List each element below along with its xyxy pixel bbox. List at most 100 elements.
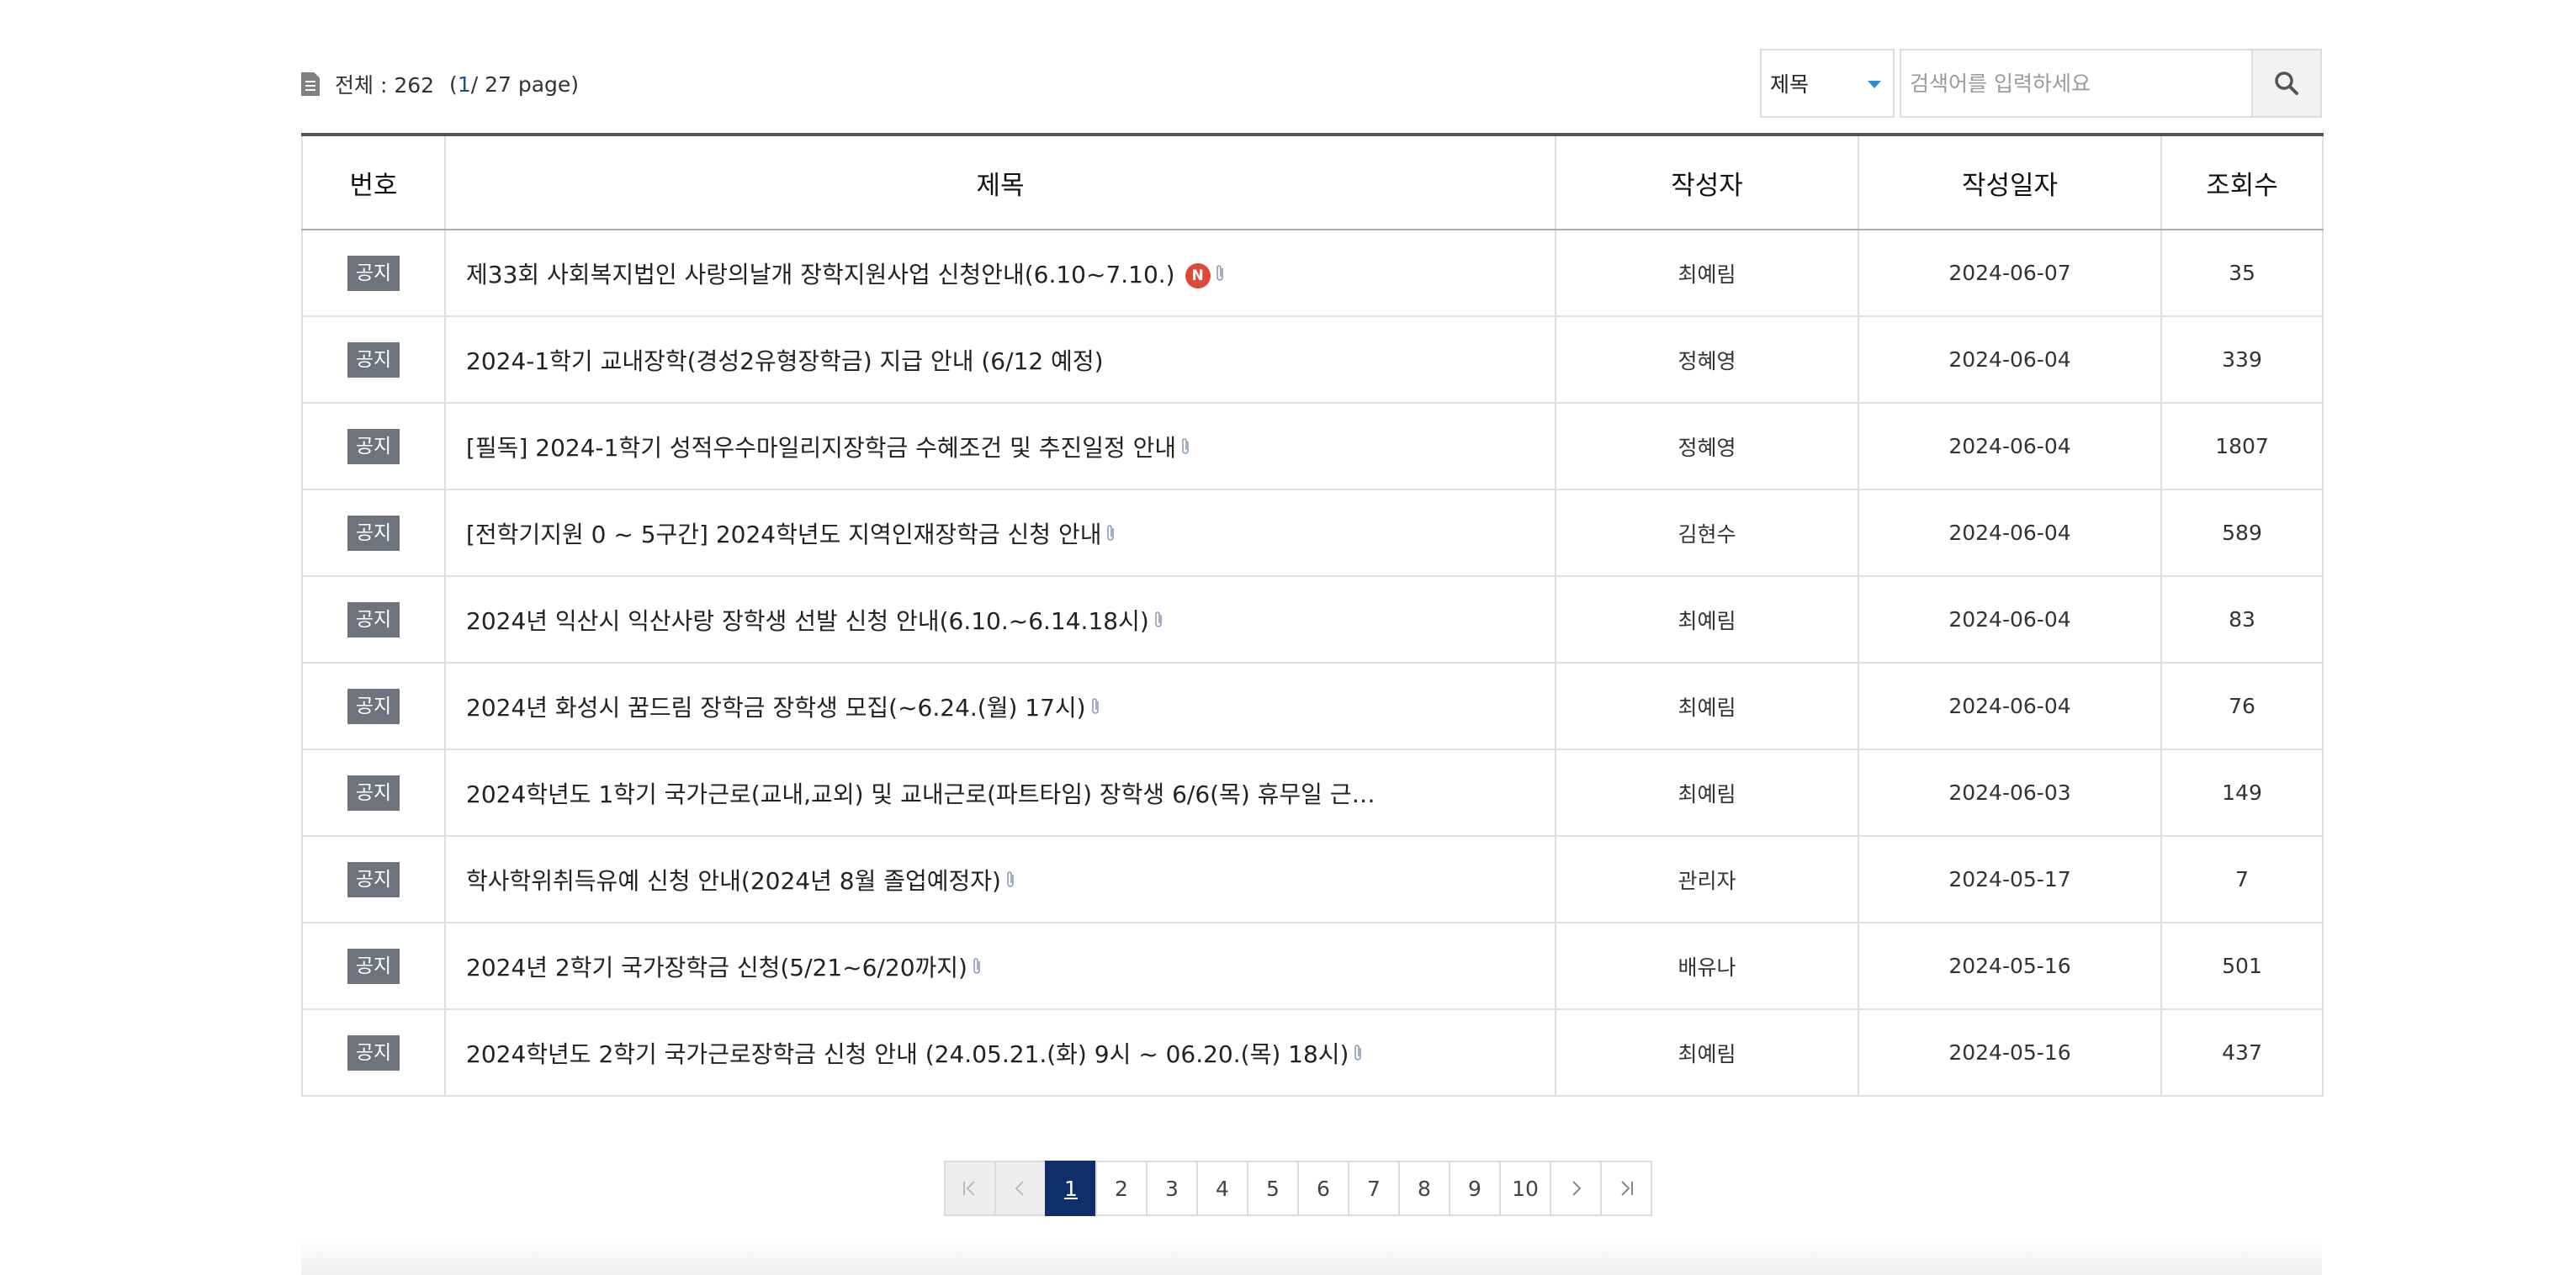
cell-views: 437 (2160, 1008, 2324, 1097)
cell-views: 76 (2160, 662, 2324, 750)
search-input[interactable] (1900, 49, 2251, 118)
cell-date: 2024-06-04 (1858, 402, 2162, 490)
cell-author: 최예림 (1555, 662, 1859, 750)
pagination: 1 2 3 4 5 6 7 8 9 10 (944, 1161, 1652, 1216)
page-button-4[interactable]: 4 (1196, 1161, 1248, 1216)
next-page-icon (1572, 1181, 1582, 1196)
post-title-link[interactable]: [전학기지원 0 ~ 5구간] 2024학년도 지역인재장학금 신청 안내 (466, 521, 1101, 548)
page-button-8[interactable]: 8 (1398, 1161, 1450, 1216)
cell-views: 149 (2160, 749, 2324, 837)
cell-title[interactable]: 2024-1학기 교내장학(경성2유형장학금) 지급 안내 (6/12 예정) (444, 315, 1556, 404)
chevron-down-icon (1868, 81, 1881, 88)
page-button-1[interactable]: 1 (1045, 1161, 1097, 1216)
post-title-link[interactable]: [필독] 2024-1학기 성적우수마일리지장학금 수혜조건 및 추진일정 안내 (466, 434, 1176, 462)
page-button-6[interactable]: 6 (1297, 1161, 1349, 1216)
page-button-5[interactable]: 5 (1247, 1161, 1299, 1216)
cell-date: 2024-06-04 (1858, 575, 2162, 664)
attachment-icon (1105, 521, 1116, 549)
post-title-link[interactable]: 2024년 익산시 익산사랑 장학생 선발 신청 안내(6.10.~6.14.1… (466, 607, 1149, 635)
table-row[interactable]: 공지 2024년 익산시 익산사랑 장학생 선발 신청 안내(6.10.~6.14… (301, 575, 2324, 664)
cell-title[interactable]: [전학기지원 0 ~ 5구간] 2024학년도 지역인재장학금 신청 안내 (444, 489, 1556, 577)
cell-date: 2024-06-03 (1858, 749, 2162, 837)
column-header-number: 번호 (301, 133, 446, 230)
post-title-link[interactable]: 2024학년도 1학기 국가근로(교내,교외) 및 교내근로(파트타임) 장학생… (466, 780, 1375, 808)
attachment-icon (1179, 435, 1191, 463)
search-field-select[interactable]: 제목 (1760, 49, 1895, 118)
notice-badge: 공지 (347, 341, 400, 378)
board-toolbar: 전체 : 262 (1 / 27 page) 제목 (301, 49, 2322, 118)
column-header-author: 작성자 (1555, 133, 1859, 230)
cell-date: 2024-06-07 (1858, 229, 2162, 317)
cell-title[interactable]: 제33회 사회복지법인 사랑의날개 장학지원사업 신청안내(6.10~7.10.… (444, 229, 1556, 317)
cell-title[interactable]: 2024학년도 2학기 국가근로장학금 신청 안내 (24.05.21.(화) … (444, 1008, 1556, 1097)
notice-badge: 공지 (347, 255, 400, 291)
cell-date: 2024-05-17 (1858, 835, 2162, 923)
page-button-2[interactable]: 2 (1095, 1161, 1148, 1216)
page-button-3[interactable]: 3 (1146, 1161, 1198, 1216)
table-header-row: 번호 제목 작성자 작성일자 조회수 (301, 133, 2324, 230)
cell-title[interactable]: 2024년 익산시 익산사랑 장학생 선발 신청 안내(6.10.~6.14.1… (444, 575, 1556, 664)
cell-number: 공지 (301, 575, 446, 664)
cell-author: 김현수 (1555, 489, 1859, 577)
search-bar: 제목 (1760, 49, 2322, 118)
cell-views: 83 (2160, 575, 2324, 664)
table-row[interactable]: 공지 [전학기지원 0 ~ 5구간] 2024학년도 지역인재장학금 신청 안내 김… (301, 489, 2324, 577)
page-button-7[interactable]: 7 (1348, 1161, 1400, 1216)
cell-date: 2024-05-16 (1858, 1008, 2162, 1097)
notice-badge: 공지 (347, 515, 400, 551)
cell-title[interactable]: 2024년 화성시 꿈드림 장학금 장학생 모집(~6.24.(월) 17시) (444, 662, 1556, 750)
table-row[interactable]: 공지 2024년 화성시 꿈드림 장학금 장학생 모집(~6.24.(월) 17시… (301, 662, 2324, 750)
cell-title[interactable]: 2024년 2학기 국가장학금 신청(5/21~6/20까지) (444, 922, 1556, 1010)
first-page-button[interactable] (944, 1161, 996, 1216)
column-header-date: 작성일자 (1858, 133, 2162, 230)
cell-views: 1807 (2160, 402, 2324, 490)
table-row[interactable]: 공지 2024년 2학기 국가장학금 신청(5/21~6/20까지) 배유나 2024… (301, 922, 2324, 1010)
table-row[interactable]: 공지 2024학년도 1학기 국가근로(교내,교외) 및 교내근로(파트타임) 장… (301, 749, 2324, 837)
attachment-icon (971, 955, 983, 982)
table-row[interactable]: 공지 제33회 사회복지법인 사랑의날개 장학지원사업 신청안내(6.10~7.1… (301, 229, 2324, 317)
attachment-icon (1214, 262, 1226, 289)
document-icon (301, 72, 320, 96)
attachment-icon (1153, 608, 1164, 636)
table-row[interactable]: 공지 2024-1학기 교내장학(경성2유형장학금) 지급 안내 (6/12 예정… (301, 315, 2324, 404)
search-button[interactable] (2251, 49, 2322, 118)
table-row[interactable]: 공지 2024학년도 2학기 국가근로장학금 신청 안내 (24.05.21.(화… (301, 1008, 2324, 1097)
cell-views: 7 (2160, 835, 2324, 923)
cell-views: 589 (2160, 489, 2324, 577)
column-header-views: 조회수 (2160, 133, 2324, 230)
cell-views: 501 (2160, 922, 2324, 1010)
notice-badge: 공지 (347, 601, 400, 638)
cell-date: 2024-06-04 (1858, 315, 2162, 404)
total-count: 전체 : 262 (335, 73, 435, 98)
search-field-value: 제목 (1770, 72, 1810, 97)
notice-badge: 공지 (347, 775, 400, 811)
cell-date: 2024-06-04 (1858, 489, 2162, 577)
table-row[interactable]: 공지 [필독] 2024-1학기 성적우수마일리지장학금 수혜조건 및 추진일정 … (301, 402, 2324, 490)
cell-number: 공지 (301, 1008, 446, 1097)
page-button-10[interactable]: 10 (1499, 1161, 1551, 1216)
cell-number: 공지 (301, 229, 446, 317)
last-page-button[interactable] (1600, 1161, 1652, 1216)
cell-author: 정혜영 (1555, 402, 1859, 490)
cell-title[interactable]: [필독] 2024-1학기 성적우수마일리지장학금 수혜조건 및 추진일정 안내 (444, 402, 1556, 490)
current-page-number: 1 (457, 71, 471, 97)
post-title-link[interactable]: 학사학위취득유예 신청 안내(2024년 8월 졸업예정자) (466, 867, 1001, 895)
cell-number: 공지 (301, 922, 446, 1010)
cell-date: 2024-05-16 (1858, 922, 2162, 1010)
prev-page-button[interactable] (994, 1161, 1047, 1216)
post-title-link[interactable]: 제33회 사회복지법인 사랑의날개 장학지원사업 신청안내(6.10~7.10.… (466, 261, 1175, 288)
post-title-link[interactable]: 2024년 화성시 꿈드림 장학금 장학생 모집(~6.24.(월) 17시) (466, 694, 1086, 722)
table-row[interactable]: 공지 학사학위취득유예 신청 안내(2024년 8월 졸업예정자) 관리자 2024-… (301, 835, 2324, 923)
cell-number: 공지 (301, 402, 446, 490)
post-title-link[interactable]: 2024년 2학기 국가장학금 신청(5/21~6/20까지) (466, 954, 967, 981)
cell-number: 공지 (301, 835, 446, 923)
post-count-summary: 전체 : 262 (1 / 27 page) (301, 67, 579, 101)
post-title-link[interactable]: 2024-1학기 교내장학(경성2유형장학금) 지급 안내 (6/12 예정) (466, 347, 1104, 375)
new-post-icon: N (1185, 262, 1211, 288)
last-page-icon (1621, 1181, 1633, 1196)
cell-title[interactable]: 학사학위취득유예 신청 안내(2024년 8월 졸업예정자) (444, 835, 1556, 923)
page-button-9[interactable]: 9 (1449, 1161, 1501, 1216)
next-page-button[interactable] (1550, 1161, 1602, 1216)
post-title-link[interactable]: 2024학년도 2학기 국가근로장학금 신청 안내 (24.05.21.(화) … (466, 1040, 1349, 1068)
cell-title[interactable]: 2024학년도 1학기 국가근로(교내,교외) 및 교내근로(파트타임) 장학생… (444, 749, 1556, 837)
